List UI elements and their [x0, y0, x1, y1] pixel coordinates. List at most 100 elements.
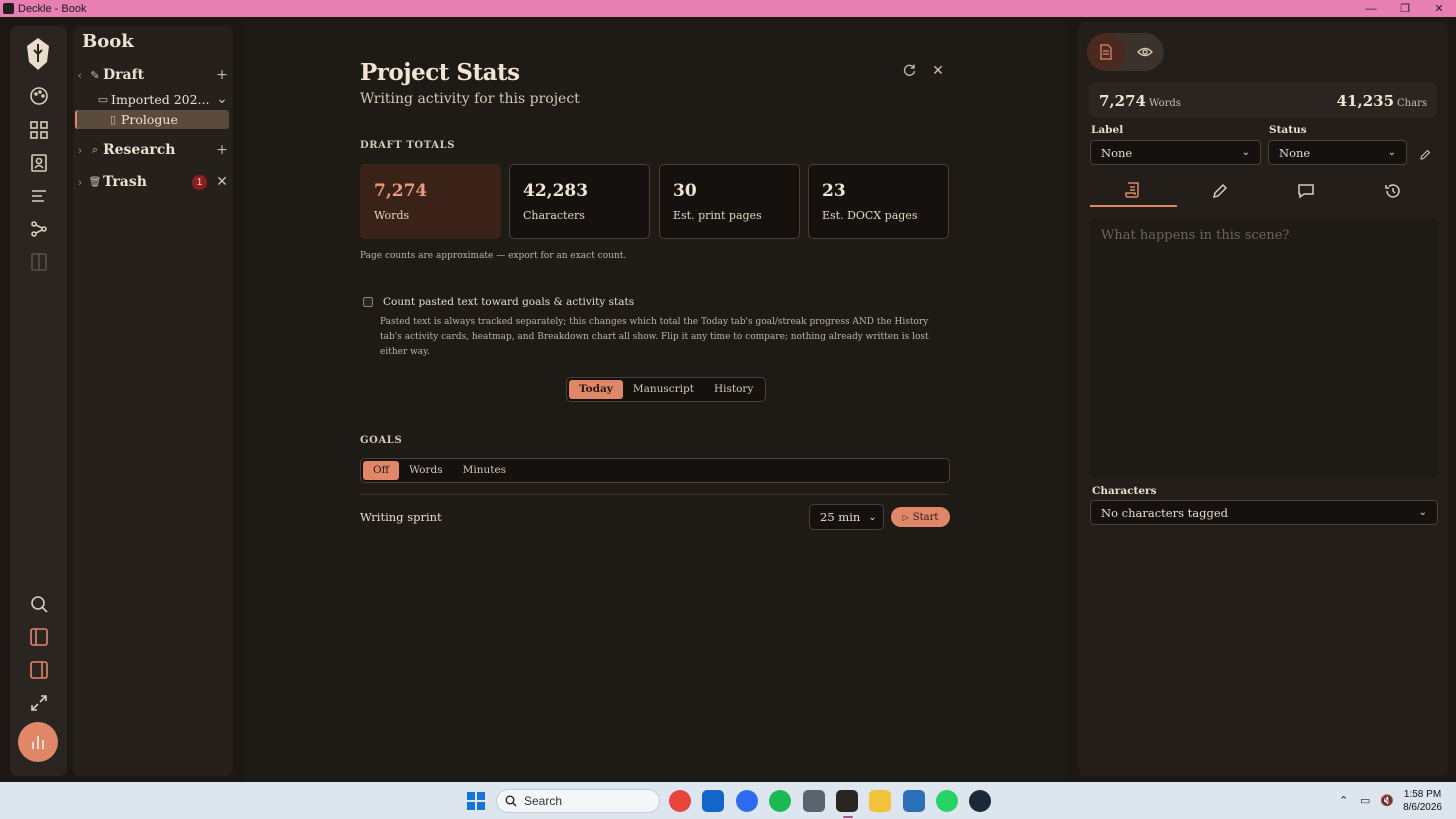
tab-comments[interactable]: [1263, 175, 1350, 207]
chevron-left-icon[interactable]: ‹: [73, 69, 87, 82]
taskbar-search[interactable]: Search: [496, 789, 660, 813]
empty-trash-button[interactable]: ✕: [211, 174, 233, 190]
words-value: 7,274: [1099, 92, 1146, 110]
deckle-taskbar-icon[interactable]: [836, 790, 858, 812]
synopsis-textarea[interactable]: What happens in this scene?: [1090, 218, 1438, 478]
active-app-indicator: [843, 816, 853, 818]
right-panel-toggle-icon[interactable]: [26, 657, 52, 683]
spotify-icon[interactable]: [769, 790, 791, 812]
chevron-down-icon: ⌄: [1418, 507, 1427, 518]
stat-value: 23: [822, 181, 846, 201]
close-window-button[interactable]: ✕: [1422, 0, 1456, 17]
inspector-mode-toggle: [1087, 33, 1164, 71]
search-icon[interactable]: [26, 591, 52, 617]
graph-icon[interactable]: [26, 216, 52, 242]
binder-item-draft[interactable]: ‹ ✎ Draft +: [73, 64, 233, 86]
goal-words-option[interactable]: Words: [399, 461, 453, 480]
writing-sprint-label: Writing sprint: [360, 510, 442, 524]
minimize-button[interactable]: —: [1354, 0, 1388, 17]
maximize-button[interactable]: ❐: [1388, 0, 1422, 17]
chevron-right-icon[interactable]: ›: [73, 176, 87, 189]
icon-rail: [10, 26, 67, 776]
add-draft-button[interactable]: +: [211, 67, 233, 83]
fullscreen-icon[interactable]: [26, 690, 52, 716]
tab-history[interactable]: [1350, 175, 1437, 207]
add-research-button[interactable]: +: [211, 142, 233, 158]
taskbar-clock[interactable]: 1:58 PM 8/6/2026: [1403, 788, 1442, 814]
stats-view-tabs: Today Manuscript History: [566, 377, 767, 402]
notepad-icon[interactable]: [903, 790, 925, 812]
stat-caption: Est. DOCX pages: [822, 209, 918, 222]
binder-item-prologue[interactable]: ▯ Prologue: [75, 110, 229, 129]
split-view-icon[interactable]: [26, 249, 52, 275]
contact-card-icon[interactable]: [26, 150, 52, 176]
steam-icon[interactable]: [969, 790, 991, 812]
document-icon: [1100, 44, 1112, 60]
palette-icon[interactable]: [26, 83, 52, 109]
deckle-logo-icon: [27, 38, 49, 70]
goal-off-option[interactable]: Off: [363, 461, 400, 480]
app-logo-icon: [3, 3, 14, 14]
stat-caption: Characters: [523, 209, 585, 222]
file-explorer-icon[interactable]: [869, 790, 891, 812]
chevron-down-icon: ⌄: [1387, 147, 1396, 158]
binder-item-trash[interactable]: › 🗑 Trash 1 ✕: [73, 171, 233, 193]
project-title: Book: [82, 31, 134, 52]
stat-card-docx-pages[interactable]: 23 Est. DOCX pages: [808, 164, 949, 239]
stats-button[interactable]: [18, 722, 58, 762]
grid-icon[interactable]: [26, 117, 52, 143]
document-mode-button[interactable]: [1087, 33, 1125, 71]
edit-status-icon[interactable]: [1419, 146, 1433, 160]
count-pasted-checkbox[interactable]: [363, 297, 373, 307]
start-sprint-button[interactable]: ▷ Start: [891, 507, 950, 527]
binder-item-label: Trash: [103, 174, 147, 190]
inspector-tabs: [1090, 175, 1436, 207]
binder-item-research[interactable]: › ⌕ Research +: [73, 139, 233, 161]
tab-synopsis[interactable]: [1090, 175, 1177, 207]
chevron-down-icon: ⌄: [868, 511, 877, 523]
status-select[interactable]: None ⌄: [1268, 140, 1407, 165]
tab-manuscript[interactable]: Manuscript: [623, 380, 704, 399]
goal-minutes-option[interactable]: Minutes: [453, 461, 516, 480]
left-panel-toggle-icon[interactable]: [26, 624, 52, 650]
goals-heading: GOALS: [360, 435, 403, 446]
tray-overflow-icon[interactable]: ⌃: [1339, 794, 1348, 807]
chevron-right-icon[interactable]: ›: [73, 144, 87, 157]
page-subtitle: Writing activity for this project: [360, 91, 580, 107]
status-field-title: Status: [1269, 124, 1307, 136]
count-pasted-label[interactable]: Count pasted text toward goals & activit…: [383, 296, 634, 308]
close-icon[interactable]: ✕: [930, 63, 946, 79]
label-select[interactable]: None ⌄: [1090, 140, 1261, 165]
binder-item-imported[interactable]: ▭ Imported 202... ⌄: [73, 88, 233, 110]
bar-chart-icon: [32, 736, 44, 749]
whatsapp-icon[interactable]: [936, 790, 958, 812]
zoom-icon[interactable]: [736, 790, 758, 812]
calculator-icon[interactable]: [803, 790, 825, 812]
preview-mode-button[interactable]: [1126, 33, 1164, 71]
count-pasted-help: Pasted text is always tracked separately…: [380, 317, 929, 357]
os-taskbar: Search ⌃ ▭ 🔇 1:58 PM 8/6/2026: [0, 782, 1456, 819]
sprint-duration-select[interactable]: 25 min ⌄: [809, 504, 884, 530]
volume-muted-icon[interactable]: 🔇: [1380, 794, 1394, 807]
windows-start-icon[interactable]: [467, 792, 485, 810]
network-icon[interactable]: ▭: [1360, 794, 1370, 807]
word-count-box: 7,274 Words 41,235 Chars: [1089, 83, 1437, 117]
folder-icon: ▭: [97, 92, 109, 106]
stat-card-characters[interactable]: 42,283 Characters: [509, 164, 650, 239]
chevron-down-icon[interactable]: ⌄: [211, 91, 233, 107]
stat-card-words[interactable]: 7,274 Words: [360, 164, 501, 239]
outline-icon[interactable]: [26, 183, 52, 209]
outlook-icon[interactable]: [702, 790, 724, 812]
search-icon: ⌕: [91, 143, 99, 156]
stat-card-print-pages[interactable]: 30 Est. print pages: [659, 164, 800, 239]
binder-panel: Book ‹ ✎ Draft + ▭ Imported 202... ⌄ ▯ P…: [73, 26, 233, 776]
characters-select[interactable]: No characters tagged ⌄: [1090, 500, 1438, 525]
tab-history[interactable]: History: [704, 380, 763, 399]
label-field-title: Label: [1091, 124, 1124, 136]
tab-today[interactable]: Today: [569, 380, 623, 399]
tab-notes[interactable]: [1177, 175, 1264, 207]
refresh-icon[interactable]: [902, 63, 918, 79]
label-select-value: None: [1101, 145, 1133, 160]
chrome-icon[interactable]: [669, 790, 691, 812]
words-label: Words: [1148, 98, 1181, 109]
